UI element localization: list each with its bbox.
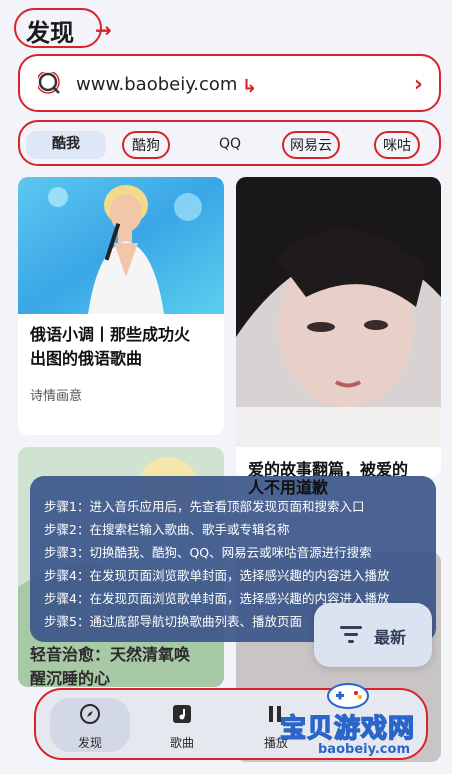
compass-icon — [80, 704, 100, 724]
card-title: 轻音治愈：天然清氧唤 — [30, 645, 191, 664]
card-title: 人不用道歉 — [248, 478, 329, 497]
tab-netease[interactable]: 网易云 — [282, 131, 340, 159]
cover-image-portrait — [236, 177, 441, 447]
watermark-logo: 宝贝游戏网 — [279, 713, 416, 745]
chevron-right-icon[interactable]: › — [414, 72, 423, 97]
gamepad-logo-icon — [327, 683, 369, 709]
nav-label: 歌曲 — [169, 736, 194, 750]
newest-button[interactable]: 最新 — [314, 603, 432, 667]
step-text: 步骤5：通过底部导航切换歌曲列表、播放页面 — [44, 614, 302, 629]
music-library-icon — [173, 705, 191, 723]
tab-kugou[interactable]: 酷狗 — [122, 131, 170, 159]
playlist-card[interactable]: 爱的故事翻篇，被爱的 — [236, 177, 441, 477]
cover-image-singer — [18, 177, 224, 314]
tab-qq[interactable]: QQ — [210, 131, 250, 159]
page-title: 发现 — [26, 19, 74, 47]
annotation-arrow-icon: → — [95, 18, 112, 42]
step-text: 步骤2：在搜索栏输入歌曲、歌手或专辑名称 — [44, 522, 290, 537]
annotation-curved-arrow-icon: ↳ — [242, 76, 258, 97]
tab-kuwo[interactable]: 酷我 — [26, 131, 106, 159]
search-icon — [38, 72, 60, 94]
source-tabs: 酷我 酷狗 QQ 网易云 咪咕 — [18, 120, 441, 166]
watermark-url: baobeiy.com — [318, 742, 410, 757]
nav-label: 发现 — [77, 736, 102, 750]
playlist-card[interactable]: 俄语小调丨那些成功火 出图的俄语歌曲 诗情画意 — [18, 177, 224, 435]
card-title: 爱的故事翻篇，被爱的 — [248, 460, 409, 477]
card-title: 醒沉睡的心 — [30, 669, 111, 687]
step-text: 步骤3：切换酷我、酷狗、QQ、网易云或咪咕音源进行搜索 — [44, 545, 372, 560]
card-subtitle: 诗情画意 — [30, 389, 83, 404]
tab-migu[interactable]: 咪咕 — [374, 131, 420, 159]
nav-discover[interactable]: 发现 — [50, 698, 130, 752]
search-input[interactable]: www.baobeiy.com — [76, 74, 237, 95]
step-text: 步骤4：在发现页面浏览歌单封面，选择感兴趣的内容进入播放 — [44, 568, 390, 583]
sort-icon — [340, 626, 362, 643]
search-bar[interactable]: www.baobeiy.com ↳ › — [18, 54, 441, 112]
card-title: 俄语小调丨那些成功火 — [30, 325, 191, 344]
newest-label: 最新 — [374, 628, 407, 647]
card-title: 出图的俄语歌曲 — [30, 349, 143, 368]
